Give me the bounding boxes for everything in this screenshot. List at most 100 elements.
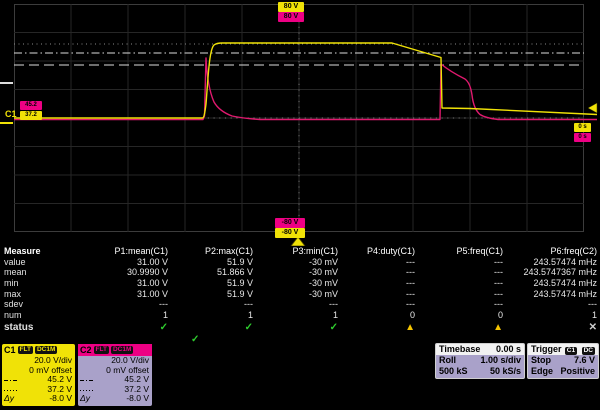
measure-cell: ---: [338, 289, 415, 300]
measure-cell: 51.9 V: [168, 289, 253, 300]
measure-cell: -30 mV: [253, 257, 338, 268]
waveform-display: [0, 0, 600, 246]
c1-filter-badge: FLT: [18, 346, 33, 354]
oscilloscope-screen: { "scope": { "top_markers": { "c1": "80 …: [0, 0, 600, 410]
timebase-delay: 0.00 s: [496, 344, 521, 355]
c1-coupling-badge: DC1M: [35, 346, 57, 354]
c2-cursor1-value: 45.2 V: [124, 374, 149, 384]
measure-cell: 243.57474 mHz: [503, 289, 597, 300]
status-icon: ✓: [253, 321, 338, 334]
measure-cell: 30.9990 V: [103, 267, 168, 278]
measure-cell: ---: [338, 299, 415, 310]
c2-coupling-badge: DC1M: [111, 346, 133, 354]
measure-cell: 31.00 V: [103, 289, 168, 300]
c2-bottom-scale-chip: -80 V: [275, 218, 305, 228]
c2-descriptor-box[interactable]: C2 FLT DC1M 20.0 V/div 0 mV offset 45.2 …: [78, 344, 152, 406]
c2-left-edge-tag[interactable]: 45.2: [20, 101, 42, 110]
c2-cursor2-value: 37.2 V: [124, 384, 149, 394]
status-icon: ✕: [503, 321, 597, 334]
c1-channel-label: C1: [5, 109, 17, 119]
measure-row-label: sdev: [0, 299, 103, 310]
trigger-level-arrow[interactable]: [588, 103, 597, 113]
c2-top-scale-chip: 80 V: [278, 12, 304, 22]
timebase-tdiv: 1.00 s/div: [480, 355, 521, 366]
measure-cell: 1: [168, 310, 253, 321]
trigger-level: 7.6 V: [574, 355, 595, 366]
measure-cell: ---: [415, 278, 503, 289]
c2-filter-badge: FLT: [94, 346, 109, 354]
trigger-time-marker[interactable]: [291, 237, 305, 246]
measure-cell: ---: [415, 299, 503, 310]
c2-right-edge-tag[interactable]: 0 s: [574, 133, 591, 142]
measure-col-header: P3:min(C1): [253, 246, 338, 257]
delta-y-label: Δy: [80, 394, 90, 404]
c1-left-edge-tag[interactable]: 37.2: [20, 111, 42, 120]
measure-cell: 1: [253, 310, 338, 321]
c1-top-scale-chip: 80 V: [278, 2, 304, 12]
c1-right-edge-tag[interactable]: 0 s: [574, 123, 591, 132]
measure-col-header: P2:max(C1): [168, 246, 253, 257]
c1-descriptor-box[interactable]: C1 FLT DC1M 20.0 V/div 0 mV offset 45.2 …: [2, 344, 75, 406]
measure-col-header: P6:freq(C2): [503, 246, 597, 257]
dashdot-cursor-icon: [80, 380, 94, 381]
measure-cell: ---: [415, 289, 503, 300]
c1-cursor1-value: 45.2 V: [47, 374, 72, 384]
trigger-type: Edge: [531, 366, 553, 377]
measure-cell: ---: [338, 278, 415, 289]
measure-cell: -30 mV: [253, 289, 338, 300]
trigger-coupling-badge: DC: [582, 347, 595, 355]
trigger-box[interactable]: Trigger C1 DC Stop 7.6 V Edge Positive: [527, 343, 599, 379]
measure-cell: ---: [253, 299, 338, 310]
measure-cell: ---: [103, 299, 168, 310]
dotted-cursor-icon: [4, 390, 18, 391]
status-icon: ▲: [415, 321, 503, 334]
measure-title: Measure: [0, 246, 103, 257]
measure-cell: 243.57474 mHz: [503, 257, 597, 268]
measure-cell: -30 mV: [253, 278, 338, 289]
c1-cursor2-value: 37.2 V: [47, 384, 72, 394]
measure-cell: -30 mV: [253, 267, 338, 278]
measure-cell: 31.00 V: [103, 257, 168, 268]
delta-y-label: Δy: [4, 394, 14, 404]
status-icon: ✓: [103, 321, 168, 334]
c1-delta-y-value: -8.0 V: [49, 393, 72, 403]
timebase-samples: 500 kS: [439, 366, 468, 377]
dashdot-cursor-icon: [4, 380, 18, 381]
timebase-mode: Roll: [439, 355, 456, 366]
measure-table: Measure P1:mean(C1) P2:max(C1) P3:min(C1…: [0, 246, 597, 334]
timebase-box[interactable]: Timebase 0.00 s Roll 1.00 s/div 500 kS 5…: [435, 343, 525, 379]
measure-cell: 1: [503, 310, 597, 321]
c2-delta-y-value: -8.0 V: [126, 393, 149, 403]
measure-cell: 243.57474 mHz: [503, 278, 597, 289]
measure-row-label: status: [0, 321, 103, 334]
trigger-mode: Stop: [531, 355, 551, 366]
measure-col-header: P4:duty(C1): [338, 246, 415, 257]
measure-cell: 31.00 V: [103, 278, 168, 289]
measure-cell: ---: [415, 257, 503, 268]
measure-row-label: num: [0, 310, 103, 321]
c2-box-label: C2: [80, 345, 92, 355]
measure-cell: 1: [103, 310, 168, 321]
measure-cell: ---: [338, 257, 415, 268]
measure-cell: 51.9 V: [168, 257, 253, 268]
measure-cell: ---: [503, 299, 597, 310]
trigger-slope: Positive: [560, 366, 595, 377]
timebase-title: Timebase: [439, 344, 480, 355]
c1-box-label: C1: [4, 345, 16, 355]
measure-row-label: min: [0, 278, 103, 289]
c1-trace: [14, 43, 597, 118]
measure-cell: 0: [415, 310, 503, 321]
measure-col-header: P1:mean(C1): [103, 246, 168, 257]
c1-bottom-scale-chip: -80 V: [275, 228, 305, 238]
measure-cell: ---: [338, 267, 415, 278]
measure-cell: 0: [338, 310, 415, 321]
trigger-source-badge: C1: [565, 347, 577, 355]
timebase-rate: 50 kS/s: [490, 366, 521, 377]
measure-cell: ---: [415, 267, 503, 278]
dotted-cursor-icon: [80, 390, 94, 391]
measure-cell: 51.866 V: [168, 267, 253, 278]
trigger-title: Trigger: [531, 344, 562, 355]
measure-row-label: mean: [0, 267, 103, 278]
measure-cell: 243.5747367 mHz: [503, 267, 597, 278]
status-icon: ▲: [338, 321, 415, 334]
